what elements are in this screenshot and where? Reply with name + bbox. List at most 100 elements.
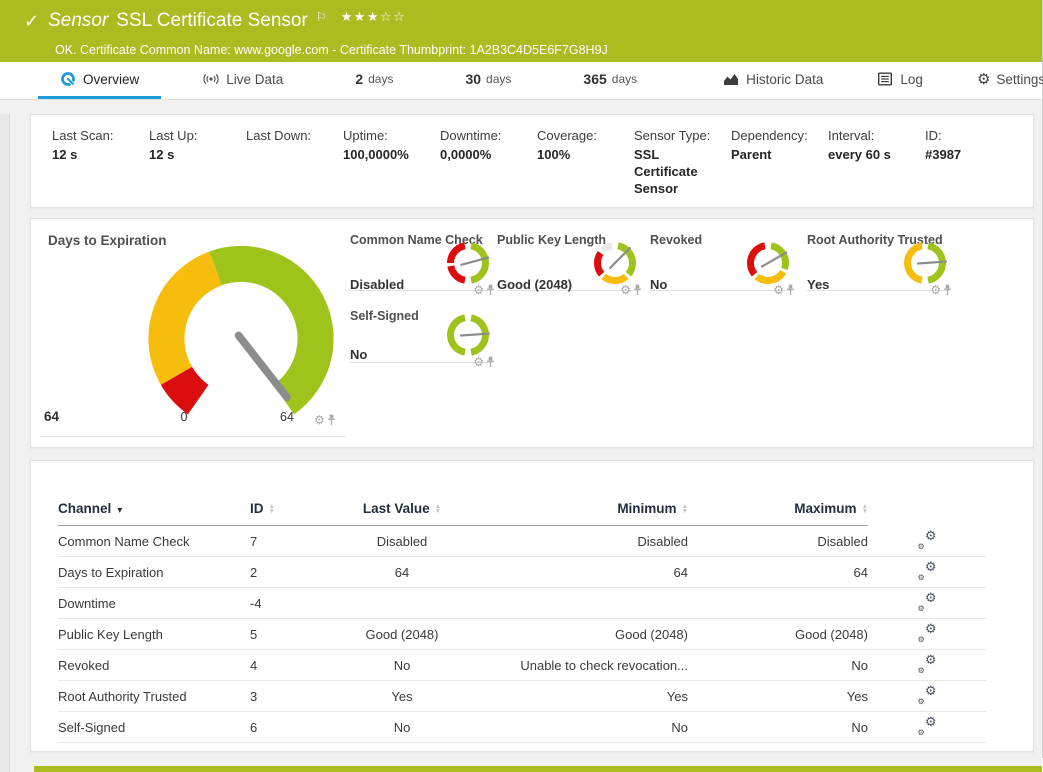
sort-desc-icon: ▾: [117, 505, 122, 516]
gauge-actions: ⚙: [473, 355, 495, 369]
gear-icon[interactable]: ⚙: [473, 283, 484, 297]
info-label: Coverage:: [537, 128, 628, 143]
channel-table-header-row: Channel▾ ID▲▼ Last Value▲▼ Minimum▲▼ Max…: [58, 501, 986, 526]
info-value: 12 s: [52, 147, 132, 164]
big-gauge[interactable]: [106, 233, 376, 426]
pin-icon[interactable]: [486, 356, 495, 368]
channel-settings-icon[interactable]: ⚙⚙: [918, 531, 937, 548]
priority-flag-icon[interactable]: ⚐: [316, 10, 327, 24]
tab-unit: days: [368, 72, 393, 86]
info-field: Last Scan: 12 s: [52, 128, 149, 207]
cell-maximum: No: [688, 712, 868, 743]
channel-row[interactable]: Public Key Length 5 Good (2048) Good (20…: [58, 619, 986, 650]
pin-icon[interactable]: [327, 414, 336, 426]
channel-settings-icon[interactable]: ⚙⚙: [918, 624, 937, 641]
gauge-value: No: [650, 277, 667, 292]
info-field: Sensor Type: SSL Certificate Sensor: [634, 128, 731, 207]
info-value: every 60 s: [828, 147, 908, 164]
gear-icon[interactable]: ⚙: [314, 413, 325, 427]
tab-overview[interactable]: Overview: [38, 62, 161, 99]
cell-minimum: Disabled: [476, 526, 688, 557]
gear-icon[interactable]: ⚙: [473, 355, 484, 369]
channel-gauge-cell[interactable]: Public Key Length Good (2048) ⚙: [497, 233, 640, 291]
gear-icon[interactable]: ⚙: [773, 283, 784, 297]
cell-maximum: [688, 588, 868, 619]
cell-channel: Revoked: [58, 650, 250, 681]
cell-id: 3: [250, 681, 328, 712]
channel-settings-icon[interactable]: ⚙⚙: [918, 717, 937, 734]
info-value: 0,0000%: [440, 147, 520, 164]
tab-label: Overview: [83, 72, 139, 87]
object-kind-label: Sensor: [48, 10, 108, 32]
col-header-id[interactable]: ID▲▼: [250, 501, 328, 526]
cell-last-value: Yes: [328, 681, 476, 712]
channel-row[interactable]: Revoked 4 No Unable to check revocation.…: [58, 650, 986, 681]
info-field: Last Down:: [246, 128, 343, 207]
gauge-actions: ⚙: [314, 413, 336, 427]
gauge-actions: ⚙: [473, 283, 495, 297]
channel-gauge: [444, 239, 492, 287]
tab-log[interactable]: Log: [865, 62, 935, 99]
pin-icon[interactable]: [943, 284, 952, 296]
tab-historic-data[interactable]: Historic Data: [711, 62, 835, 99]
tab-label: Log: [900, 72, 923, 87]
pin-icon[interactable]: [786, 284, 795, 296]
gear-icon[interactable]: ⚙: [930, 283, 941, 297]
info-field: ID: #3987: [925, 128, 1022, 207]
cell-channel: Common Name Check: [58, 526, 250, 557]
stars-filled[interactable]: ★★★: [341, 9, 380, 24]
col-header-maximum[interactable]: Maximum▲▼: [688, 501, 868, 526]
col-header-channel[interactable]: Channel▾: [58, 501, 250, 526]
cell-minimum: 64: [476, 557, 688, 588]
info-label: Uptime:: [343, 128, 434, 143]
channel-row[interactable]: Self-Signed 6 No No No ⚙⚙: [58, 712, 986, 743]
info-field: Dependency: Parent: [731, 128, 828, 207]
tab-30-days[interactable]: 30 days: [453, 62, 523, 99]
pin-icon[interactable]: [633, 284, 642, 296]
channel-gauge-cell[interactable]: Root Authority Trusted Yes ⚙: [807, 233, 950, 291]
broadcast-icon: [203, 71, 219, 87]
channel-row[interactable]: Common Name Check 7 Disabled Disabled Di…: [58, 526, 986, 557]
status-ok-check-icon: ✓: [24, 11, 39, 32]
gauges-panel: Days to Expiration 64 0 64 ⚙ Common Name…: [30, 218, 1034, 448]
channel-gauge-cell[interactable]: Common Name Check Disabled ⚙: [350, 233, 493, 291]
channel-row[interactable]: Days to Expiration 2 64 64 64 ⚙⚙: [58, 557, 986, 588]
info-label: ID:: [925, 128, 1016, 143]
cell-last-value: No: [328, 712, 476, 743]
sensor-title: SSL Certificate Sensor: [116, 10, 308, 32]
channel-settings-icon[interactable]: ⚙⚙: [918, 593, 937, 610]
tab-live-data[interactable]: Live Data: [191, 62, 295, 99]
tab-365-days[interactable]: 365 days: [571, 62, 649, 99]
pin-icon[interactable]: [486, 284, 495, 296]
cell-channel: Root Authority Trusted: [58, 681, 250, 712]
cell-channel: Self-Signed: [58, 712, 250, 743]
tab-2-days[interactable]: 2 days: [343, 62, 405, 99]
channel-settings-icon[interactable]: ⚙⚙: [918, 686, 937, 703]
channel-row[interactable]: Downtime -4 ⚙⚙: [58, 588, 986, 619]
info-label: Last Up:: [149, 128, 240, 143]
gauge-scale-max: 64: [275, 410, 299, 424]
gauge-title: Public Key Length: [497, 233, 606, 247]
tab-unit: days: [612, 72, 637, 86]
tab-settings[interactable]: ⚙ Settings: [965, 62, 1043, 99]
tab-unit: days: [486, 72, 511, 86]
channel-row[interactable]: Root Authority Trusted 3 Yes Yes Yes ⚙⚙: [58, 681, 986, 712]
priority-stars[interactable]: ★★★☆☆: [341, 9, 407, 25]
cell-id: 4: [250, 650, 328, 681]
cell-channel: Public Key Length: [58, 619, 250, 650]
gear-icon[interactable]: ⚙: [620, 283, 631, 297]
sensor-info-strip: Last Scan: 12 s Last Up: 12 s Last Down:…: [30, 114, 1034, 208]
sensor-status-message: OK. Certificate Common Name: www.google.…: [24, 36, 1042, 57]
col-header-minimum[interactable]: Minimum▲▼: [476, 501, 688, 526]
channel-gauge-cell[interactable]: Revoked No ⚙: [650, 233, 793, 291]
channel-settings-icon[interactable]: ⚙⚙: [918, 655, 937, 672]
stars-empty[interactable]: ☆☆: [380, 9, 406, 24]
cell-last-value: 64: [328, 557, 476, 588]
info-label: Downtime:: [440, 128, 531, 143]
info-value: #3987: [925, 147, 1005, 164]
channel-gauge-cell[interactable]: Self-Signed No ⚙: [350, 309, 493, 363]
gauge-icon: [60, 71, 76, 87]
col-header-last-value[interactable]: Last Value▲▼: [328, 501, 476, 526]
channel-settings-icon[interactable]: ⚙⚙: [918, 562, 937, 579]
gauge-title: Self-Signed: [350, 309, 419, 323]
